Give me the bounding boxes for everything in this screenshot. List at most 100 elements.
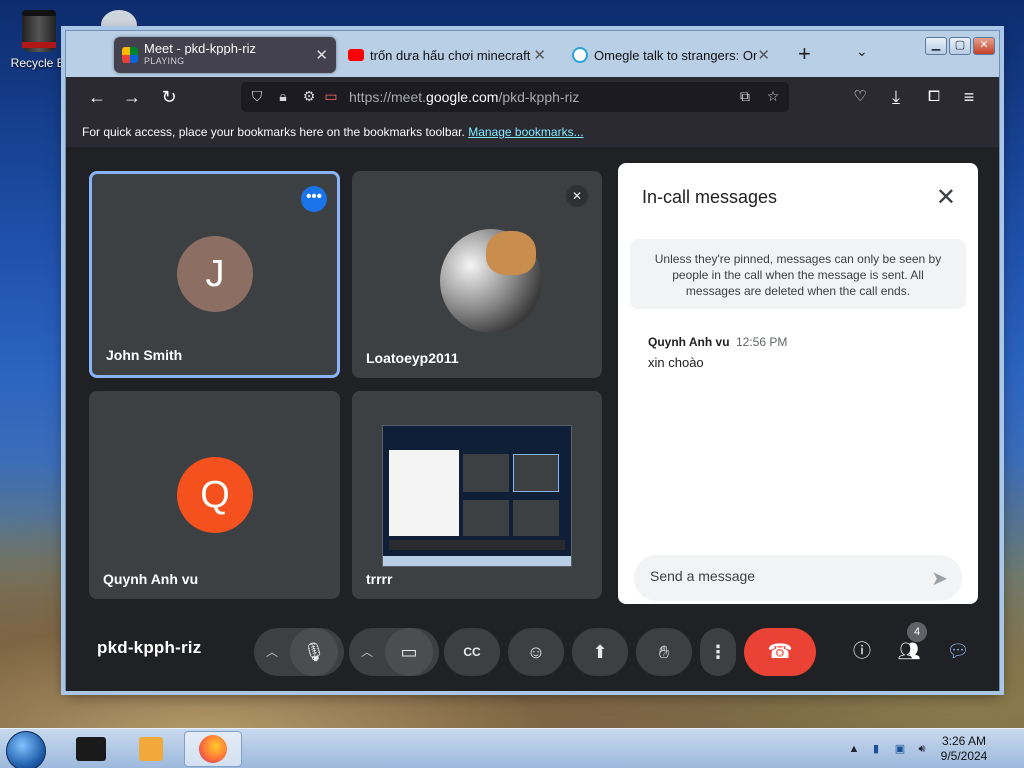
send-icon[interactable]: ➤ bbox=[931, 566, 948, 591]
back-arrow-icon[interactable]: ← bbox=[86, 86, 108, 108]
mic-off-icon: ✕ bbox=[566, 185, 588, 207]
camera-icon[interactable]: ▭ bbox=[385, 628, 433, 676]
close-window-button[interactable]: ✕ bbox=[973, 37, 995, 55]
browser-window: Meet - pkd-kpph-riz PLAYING ✕ trốn dưa h… bbox=[65, 30, 1000, 691]
clock-time: 3:26 AM bbox=[941, 734, 987, 748]
shared-screen-taskbar bbox=[383, 556, 571, 566]
url-text[interactable]: https://meet.google.com/pkd-kpph-riz bbox=[349, 89, 579, 105]
meet-controls-bar: pkd-kpph-riz ︿ 🎙︎ ︿ ▭ CC ☺ ⬆ ✋︎ ⋮ ☎︎ ⓘ 👥… bbox=[66, 608, 999, 691]
download-icon[interactable]: ⤓ bbox=[885, 86, 907, 108]
mic-control: ︿ 🎙︎ bbox=[254, 628, 344, 676]
camera-sharing-icon[interactable]: ▭ bbox=[321, 86, 341, 106]
tab-title: Meet - pkd-kpph-riz bbox=[144, 42, 256, 55]
forward-arrow-icon[interactable]: → bbox=[121, 86, 143, 108]
monitor-icon[interactable]: ▣ bbox=[892, 741, 908, 757]
panel-title: In-call messages bbox=[642, 187, 778, 207]
participant-name: John Smith bbox=[106, 347, 183, 363]
in-call-messages-panel: In-call messages ✕ Unless they're pinned… bbox=[618, 163, 978, 604]
shared-screen-preview bbox=[382, 425, 572, 567]
chat-icon[interactable]: 💬︎ bbox=[943, 636, 973, 666]
extensions-icon[interactable]: ⧠ bbox=[923, 86, 945, 108]
google-meet-icon bbox=[122, 47, 138, 63]
pocket-icon[interactable]: ♡ bbox=[849, 86, 871, 108]
youtube-icon bbox=[348, 49, 364, 61]
taskbar-media-player[interactable] bbox=[122, 731, 180, 767]
present-screen-icon[interactable]: ⬆ bbox=[572, 628, 628, 676]
firefox-icon bbox=[199, 735, 227, 763]
participant-tile-loatoeyp2011[interactable]: ✕ Loatoeyp2011 bbox=[352, 171, 602, 378]
volume-icon[interactable]: 🔊︎ bbox=[914, 741, 930, 757]
audio-options-chevron-icon[interactable]: ︿ bbox=[266, 628, 278, 676]
tab-title: trốn dưa hấu chơi minecraft - Y bbox=[370, 47, 534, 63]
tab-title: Omegle talk to strangers: Omeg bbox=[594, 47, 757, 63]
avatar: J bbox=[177, 236, 253, 312]
emoji-reactions-icon[interactable]: ☺ bbox=[508, 628, 564, 676]
more-options-icon[interactable]: ••• bbox=[301, 186, 327, 212]
permissions-icon[interactable]: ⚙ bbox=[299, 86, 319, 106]
clock[interactable]: 3:26 AM 9/5/2024 bbox=[934, 734, 994, 764]
video-options-chevron-icon[interactable]: ︿ bbox=[361, 628, 373, 676]
message-text: xin choào bbox=[648, 355, 704, 370]
reload-icon[interactable]: ↻ bbox=[158, 86, 180, 108]
shared-screen-tile bbox=[513, 500, 559, 536]
more-options-vertical-icon[interactable]: ⋮ bbox=[700, 628, 736, 676]
tab-youtube[interactable]: trốn dưa hấu chơi minecraft - Y ✕ bbox=[340, 37, 554, 73]
start-button[interactable] bbox=[6, 731, 46, 768]
shared-screen-tile bbox=[463, 500, 509, 536]
messages-notice: Unless they're pinned, messages can only… bbox=[630, 239, 966, 309]
tab-meet[interactable]: Meet - pkd-kpph-riz PLAYING ✕ bbox=[114, 37, 336, 73]
shared-screen-controls bbox=[389, 540, 565, 550]
taskbar-app-1[interactable] bbox=[62, 731, 120, 767]
microphone-icon[interactable]: 🎙︎ bbox=[290, 628, 338, 676]
menu-icon[interactable]: ≡ bbox=[958, 86, 980, 108]
bookmarks-toolbar: For quick access, place your bookmarks h… bbox=[66, 117, 999, 147]
participant-name: Loatoeyp2011 bbox=[366, 350, 459, 366]
close-tab-icon[interactable]: ✕ bbox=[533, 46, 546, 64]
message-sender: Quynh Anh vu bbox=[648, 335, 730, 349]
close-panel-icon[interactable]: ✕ bbox=[936, 183, 956, 212]
captions-icon[interactable]: CC bbox=[444, 628, 500, 676]
recycle-bin-label: Recycle Bi bbox=[10, 56, 68, 70]
message-compose: ➤ bbox=[634, 555, 962, 601]
send-message-input[interactable] bbox=[650, 568, 910, 584]
avatar: Q bbox=[177, 457, 253, 533]
url-bar[interactable]: ⛉ 🔒︎ ⚙ ▭ https://meet.google.com/pkd-kpp… bbox=[241, 82, 789, 112]
show-hidden-icons-icon[interactable]: ▲ bbox=[846, 741, 862, 757]
participant-tile-quynh-anh-vu[interactable]: Q Quynh Anh vu bbox=[89, 391, 340, 599]
omegle-icon bbox=[572, 47, 588, 63]
tab-playing-label: PLAYING bbox=[144, 56, 185, 66]
url-domain: google.com bbox=[426, 89, 499, 105]
close-tab-icon[interactable]: ✕ bbox=[757, 46, 770, 64]
shield-icon[interactable]: ⛉ bbox=[247, 86, 267, 106]
taskbar-firefox[interactable] bbox=[184, 731, 242, 767]
people-count-badge: 4 bbox=[907, 622, 927, 642]
picture-in-picture-icon[interactable]: ⧉ bbox=[735, 86, 755, 106]
message-time: 12:56 PM bbox=[736, 335, 788, 349]
participant-name: trrrr bbox=[366, 571, 393, 587]
close-tab-icon[interactable]: ✕ bbox=[315, 46, 328, 64]
leave-call-button[interactable]: ☎︎ bbox=[744, 628, 816, 676]
tab-omegle[interactable]: Omegle talk to strangers: Omeg ✕ bbox=[564, 37, 778, 73]
minimize-button[interactable]: ▁ bbox=[925, 37, 947, 55]
network-icon[interactable]: ▮ bbox=[868, 741, 884, 757]
lock-icon[interactable]: 🔒︎ bbox=[273, 86, 293, 106]
url-prefix: https://meet. bbox=[349, 89, 427, 105]
hamster-face bbox=[486, 231, 536, 275]
bookmark-star-icon[interactable]: ☆ bbox=[763, 86, 783, 106]
shared-screen-panel bbox=[389, 450, 459, 536]
camera-control: ︿ ▭ bbox=[349, 628, 439, 676]
list-tabs-chevron-icon[interactable]: ⌄ bbox=[856, 43, 868, 60]
new-tab-button[interactable]: + bbox=[798, 41, 811, 67]
recycle-bin-desktop-icon[interactable]: Recycle Bi bbox=[4, 4, 74, 70]
shared-screen-tile bbox=[463, 454, 509, 492]
maximize-button[interactable]: ▢ bbox=[949, 37, 971, 55]
manage-bookmarks-link[interactable]: Manage bookmarks... bbox=[468, 125, 583, 139]
clock-date: 9/5/2024 bbox=[940, 749, 988, 763]
participant-tile-trrrr[interactable]: trrrr bbox=[352, 391, 602, 599]
meeting-info-icon[interactable]: ⓘ bbox=[847, 636, 877, 666]
participant-tile-john-smith[interactable]: J ••• John Smith bbox=[89, 171, 340, 378]
bookmarks-hint: For quick access, place your bookmarks h… bbox=[82, 125, 465, 139]
shared-screen-tile bbox=[513, 454, 559, 492]
raise-hand-icon[interactable]: ✋︎ bbox=[636, 628, 692, 676]
media-player-icon bbox=[139, 737, 163, 761]
